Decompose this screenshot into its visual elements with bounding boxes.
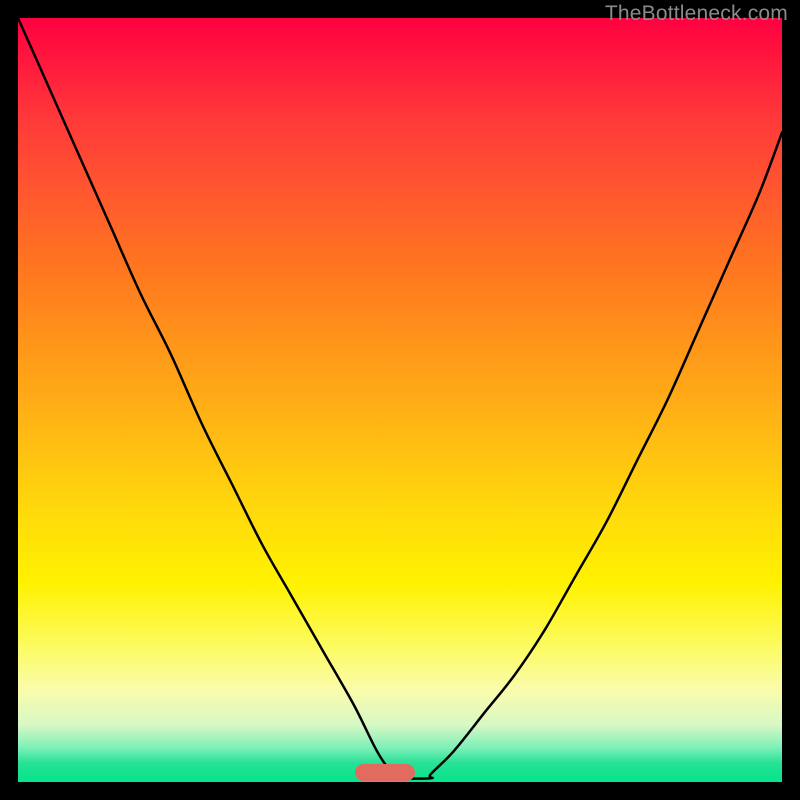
bottleneck-curve <box>18 18 782 782</box>
plot-area <box>18 18 782 782</box>
trough-marker <box>355 764 415 781</box>
watermark-text: TheBottleneck.com <box>605 2 788 26</box>
chart-frame: TheBottleneck.com <box>0 0 800 800</box>
